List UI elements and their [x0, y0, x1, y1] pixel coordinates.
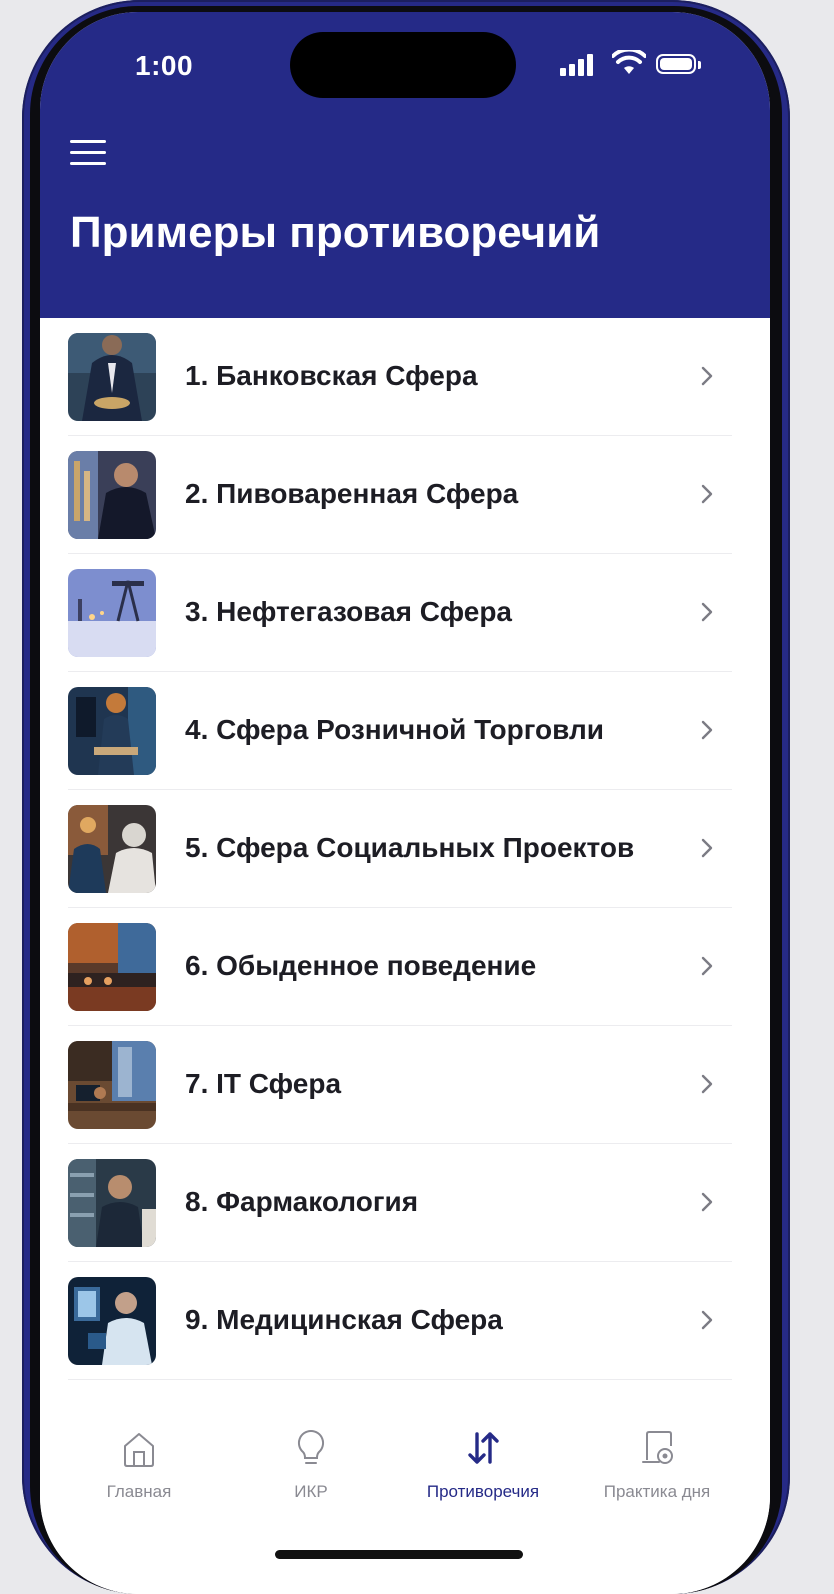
- tab-label: ИКР: [294, 1482, 328, 1501]
- chevron-right-icon: [701, 1074, 713, 1094]
- list-item[interactable]: 2. Пивоваренная Сфера: [68, 436, 732, 554]
- brewing-photo: [68, 451, 156, 539]
- chevron-right-icon: [701, 1192, 713, 1212]
- list-item[interactable]: 4. Сфера Розничной Торговли: [68, 672, 732, 790]
- dynamic-island: [290, 32, 516, 98]
- category-list: 1. Банковская Сфера 2. Пивоваренная Сфер…: [68, 318, 732, 1380]
- battery-cap: [698, 61, 701, 69]
- app-header: 1:00 Примеры противоречий: [40, 12, 770, 318]
- list-item-label: 1. Банковская Сфера: [185, 360, 478, 391]
- signal-icon: [560, 54, 594, 76]
- list-item[interactable]: 5. Сфера Социальных Проектов: [68, 790, 732, 908]
- hamburger-menu-icon: [70, 140, 106, 143]
- chevron-right-icon: [701, 720, 713, 740]
- list-item-label: 9. Медицинская Сфера: [185, 1304, 503, 1335]
- practice-device-icon: [642, 1431, 673, 1464]
- chevron-right-icon: [701, 484, 713, 504]
- home-indicator: [275, 1550, 523, 1559]
- tab-contradictions[interactable]: Противоречия: [398, 1428, 568, 1508]
- chevron-right-icon: [701, 602, 713, 622]
- list-item[interactable]: 6. Обыденное поведение: [68, 908, 732, 1026]
- tab-ikr[interactable]: ИКР: [226, 1428, 396, 1508]
- tab-practice[interactable]: Практика дня: [572, 1428, 742, 1508]
- chevron-right-icon: [701, 956, 713, 976]
- chevron-right-icon: [701, 1310, 713, 1330]
- medical-photo: [68, 1277, 156, 1365]
- list-item-label: 8. Фармакология: [185, 1186, 419, 1217]
- battery-icon: [656, 54, 696, 74]
- pharmacology-photo: [68, 1159, 156, 1247]
- lightbulb-icon: [297, 1429, 325, 1464]
- app-screen: 1:00 Примеры противоречий 1. Банковская …: [40, 12, 770, 1594]
- chevron-right-icon: [701, 366, 713, 386]
- list-item-label: 4. Сфера Розничной Торговли: [185, 714, 604, 745]
- list-item[interactable]: 7. IT Сфера: [68, 1026, 732, 1144]
- everyday-behavior-photo: [68, 923, 156, 1011]
- tab-bar: Главная ИКР Противоречия Практика дня: [40, 1404, 770, 1594]
- list-item-label: 3. Нефтегазовая Сфера: [185, 596, 513, 627]
- list-item[interactable]: 9. Медицинская Сфера: [68, 1262, 732, 1380]
- tab-label: Главная: [106, 1482, 172, 1501]
- menu-button[interactable]: [70, 138, 108, 168]
- list-item-label: 6. Обыденное поведение: [185, 950, 537, 981]
- list-item[interactable]: 1. Банковская Сфера: [68, 318, 732, 436]
- tab-label: Противоречия: [426, 1482, 540, 1501]
- status-time: 1:00: [135, 50, 194, 81]
- chevron-right-icon: [701, 838, 713, 858]
- social-projects-photo: [68, 805, 156, 893]
- status-icons: [560, 50, 720, 78]
- home-icon: [124, 1433, 154, 1467]
- list-item-label: 5. Сфера Социальных Проектов: [185, 832, 635, 863]
- page-title: Примеры противоречий: [70, 208, 601, 257]
- oil-gas-photo: [68, 569, 156, 657]
- banking-photo: [68, 333, 156, 421]
- retail-photo: [68, 687, 156, 775]
- tab-home[interactable]: Главная: [54, 1428, 224, 1508]
- list-item-label: 2. Пивоваренная Сфера: [185, 478, 519, 509]
- list-item-label: 7. IT Сфера: [185, 1068, 342, 1099]
- wifi-icon: [612, 50, 646, 74]
- swap-arrows-icon: [468, 1432, 499, 1464]
- it-office-photo: [68, 1041, 156, 1129]
- list-item[interactable]: 3. Нефтегазовая Сфера: [68, 554, 732, 672]
- list-item[interactable]: 8. Фармакология: [68, 1144, 732, 1262]
- tab-label: Практика дня: [603, 1482, 711, 1501]
